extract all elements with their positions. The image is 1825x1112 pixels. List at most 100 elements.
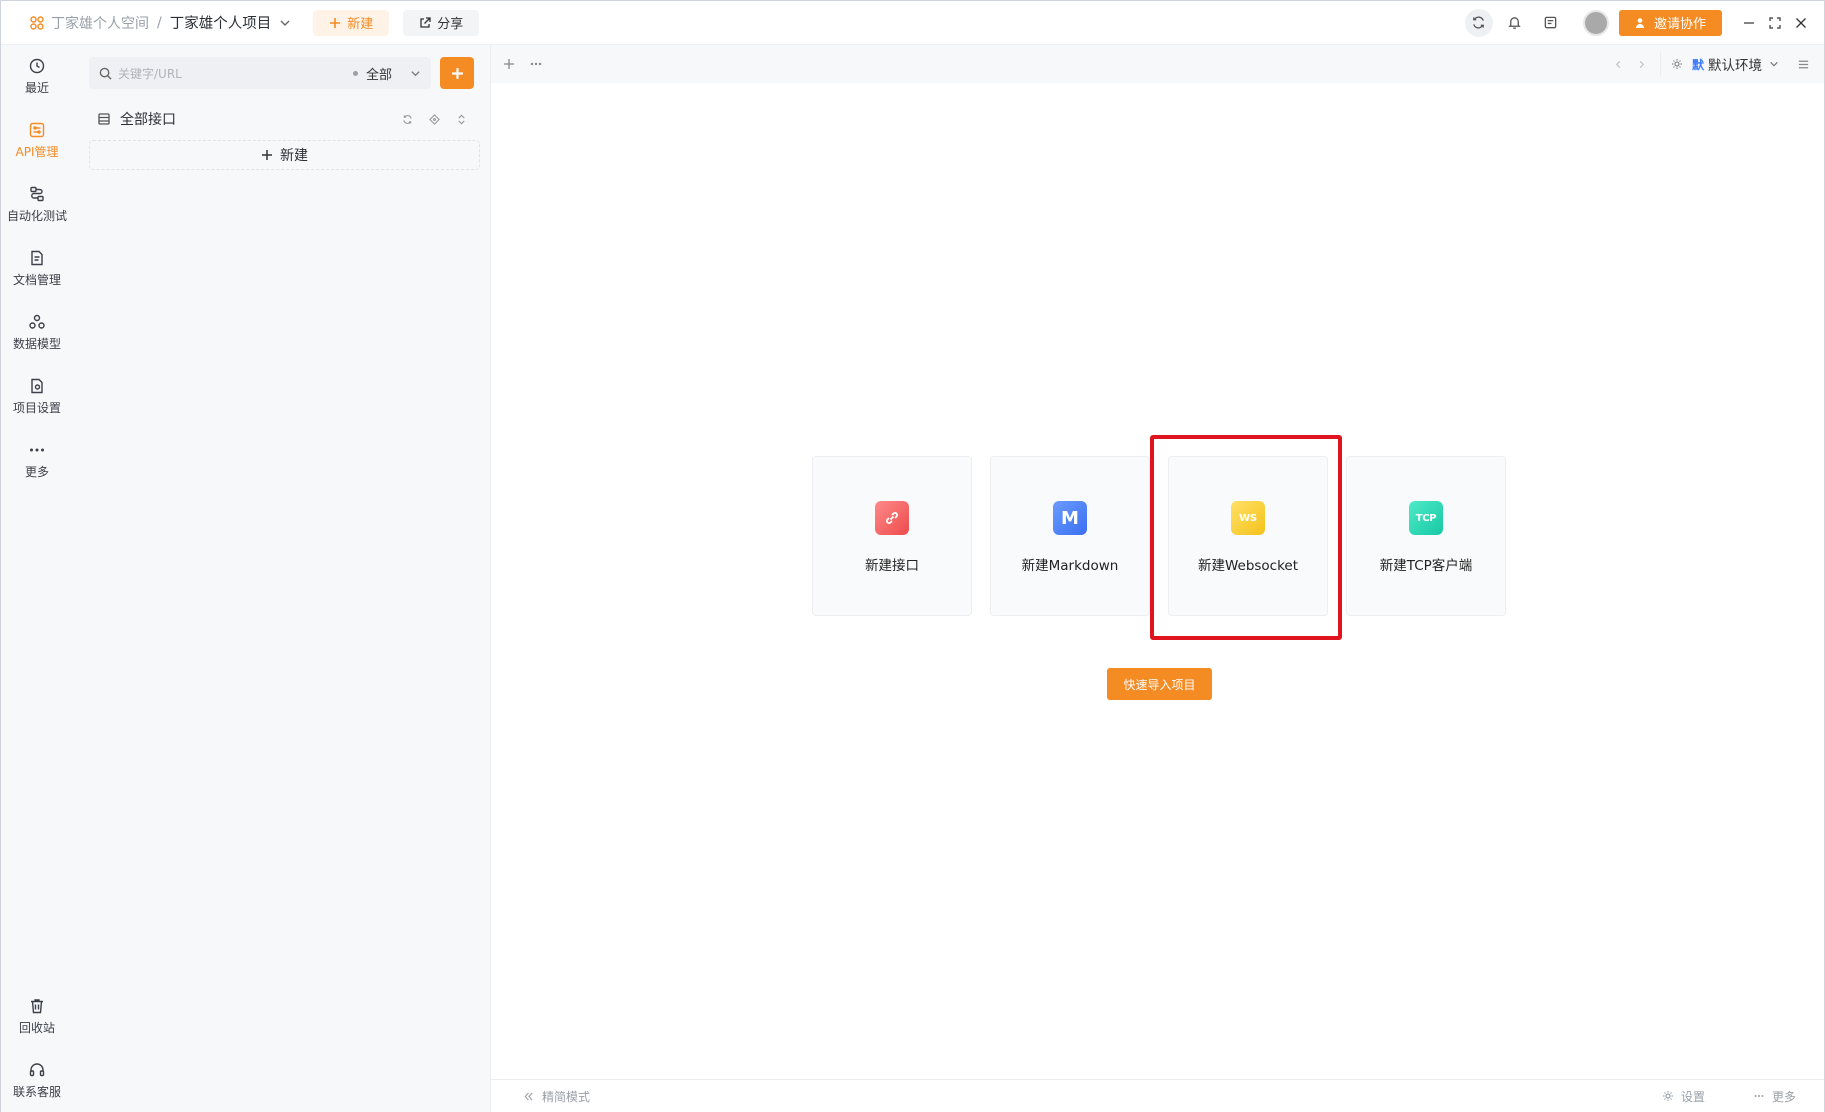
card-label: 新建Markdown — [1021, 558, 1119, 574]
search-placeholder: 关键字/URL — [118, 66, 182, 81]
nav-label: 自动化测试 — [6, 209, 67, 223]
expand-collapse-icon[interactable] — [456, 114, 467, 125]
headset-icon — [29, 1063, 45, 1077]
sync-icon — [1473, 16, 1485, 29]
clock-icon — [29, 58, 45, 74]
add-button[interactable] — [440, 57, 474, 89]
tcp-badge: TCP — [1415, 512, 1437, 524]
api-icon — [29, 122, 45, 138]
invite-button-label: 邀请协作 — [1653, 17, 1706, 32]
nav-item-data-model[interactable]: 数据模型 — [1, 313, 73, 352]
sync-button[interactable] — [1464, 8, 1493, 37]
nav-item-more[interactable]: 更多 — [1, 441, 73, 480]
avatar[interactable] — [1582, 9, 1609, 36]
nav-item-recent[interactable]: 最近 — [1, 57, 73, 96]
folder-icon — [98, 113, 110, 125]
markdown-icon: M — [1053, 501, 1087, 535]
chevron-down-icon[interactable] — [410, 68, 421, 79]
nav-item-docs[interactable]: 文档管理 — [1, 249, 73, 288]
highlight-box — [1150, 435, 1342, 640]
more-button[interactable]: 更多 — [1753, 1088, 1796, 1105]
status-bar: 精简模式 设置 更多 — [491, 1079, 1824, 1112]
workspace-grid-icon — [30, 15, 44, 30]
nav-label: 项目设置 — [12, 401, 61, 415]
status-actions: 设置 更多 — [1614, 1088, 1796, 1105]
docs-button[interactable] — [1537, 9, 1565, 37]
plus-icon — [262, 150, 272, 160]
share-icon — [420, 16, 431, 28]
nav-label: 回收站 — [18, 1021, 55, 1035]
trash-icon — [31, 999, 43, 1014]
invite-button[interactable]: 邀请协作 — [1618, 9, 1722, 36]
more-icon — [30, 448, 44, 452]
new-markdown-card[interactable]: M 新建Markdown — [990, 456, 1150, 616]
document-icon — [31, 250, 43, 266]
workspace-link[interactable]: 丁家雄个人空间 — [51, 13, 149, 33]
more-icon — [1754, 1095, 1764, 1097]
main-panel: 默 默认环境 新建接口 M 新建Markdown WS 新建Websocket … — [491, 45, 1824, 1112]
gear-icon — [1662, 1091, 1673, 1101]
nav-item-automation[interactable]: 自动化测试 — [1, 185, 73, 224]
environment-select[interactable]: 默 默认环境 — [1659, 51, 1779, 77]
nav-item-trash[interactable]: 回收站 — [1, 997, 73, 1036]
markdown-badge: M — [1061, 507, 1079, 529]
window-controls — [1736, 16, 1814, 29]
share-button[interactable]: 分享 — [403, 9, 480, 36]
tcp-icon: TCP — [1409, 501, 1443, 535]
document-list-icon — [1545, 16, 1557, 29]
new-interface-card[interactable]: 新建接口 — [812, 456, 972, 616]
close-icon[interactable] — [1795, 17, 1807, 29]
simple-mode-toggle[interactable]: 精简模式 — [523, 1088, 590, 1105]
flow-icon — [30, 186, 44, 202]
breadcrumb: 丁家雄个人空间 / 丁家雄个人项目 — [1, 12, 291, 33]
tree-new-button[interactable]: 新建 — [89, 140, 480, 170]
new-button[interactable]: 新建 — [313, 9, 390, 36]
settings-label: 设置 — [1680, 1089, 1705, 1104]
chevron-down-icon — [1770, 61, 1778, 67]
card-label: 新建接口 — [865, 558, 919, 574]
gear-icon[interactable] — [1671, 58, 1683, 70]
share-button-label: 分享 — [437, 17, 464, 32]
plus-icon — [330, 17, 341, 28]
new-tcp-client-card[interactable]: TCP 新建TCP客户端 — [1346, 456, 1506, 616]
maximize-icon[interactable] — [1769, 16, 1781, 29]
plus-icon — [451, 67, 463, 79]
chevron-down-icon[interactable] — [279, 17, 291, 29]
link-icon — [875, 501, 909, 535]
title-bar: 丁家雄个人空间 / 丁家雄个人项目 新建 分享 邀请协作 — [1, 1, 1824, 45]
project-name[interactable]: 丁家雄个人项目 — [170, 12, 272, 33]
nav-item-support[interactable]: 联系客服 — [1, 1061, 73, 1100]
minimize-icon[interactable] — [1743, 17, 1755, 29]
double-chevron-left-icon — [524, 1091, 533, 1101]
filter-dot — [352, 70, 358, 76]
add-tab-icon[interactable] — [503, 58, 515, 70]
titlebar-actions: 邀请协作 — [1457, 1, 1824, 44]
breadcrumb-separator: / — [157, 14, 162, 31]
environment-tag: 默 — [1691, 57, 1704, 72]
nav-item-api[interactable]: API管理 — [1, 121, 73, 160]
notification-button[interactable] — [1501, 9, 1529, 37]
chevron-right-icon[interactable] — [1637, 60, 1646, 69]
nav-label: 联系客服 — [12, 1085, 61, 1099]
api-tree-panel: 关键字/URL 全部 全部接口 新建 — [73, 45, 491, 1112]
settings-button[interactable]: 设置 — [1662, 1088, 1705, 1105]
nav-label: 数据模型 — [12, 337, 61, 351]
filter-select[interactable]: 全部 — [366, 64, 392, 83]
refresh-icon[interactable] — [402, 114, 413, 125]
user-add-icon — [1635, 17, 1644, 28]
tab-bar: 默 默认环境 — [491, 45, 1824, 83]
quick-import-button[interactable]: 快速导入项目 — [1107, 668, 1212, 700]
nav-label: 更多 — [24, 465, 49, 479]
tree-root-all-interfaces[interactable]: 全部接口 — [97, 107, 467, 131]
more-label: 更多 — [1771, 1089, 1796, 1104]
more-icon[interactable] — [529, 57, 543, 71]
tab-nav-arrows — [1600, 60, 1646, 69]
locate-icon[interactable] — [429, 113, 440, 125]
left-nav: 最近 API管理 自动化测试 文档管理 数据模型 项目设置 更多 回收站 联系客… — [1, 45, 73, 1112]
tree-root-label: 全部接口 — [120, 112, 176, 128]
chevron-left-icon[interactable] — [1614, 60, 1623, 69]
card-label: 新建TCP客户端 — [1379, 558, 1473, 574]
nav-item-project-settings[interactable]: 项目设置 — [1, 377, 73, 416]
search-input[interactable]: 关键字/URL 全部 — [89, 57, 431, 89]
menu-icon[interactable] — [1797, 58, 1810, 71]
